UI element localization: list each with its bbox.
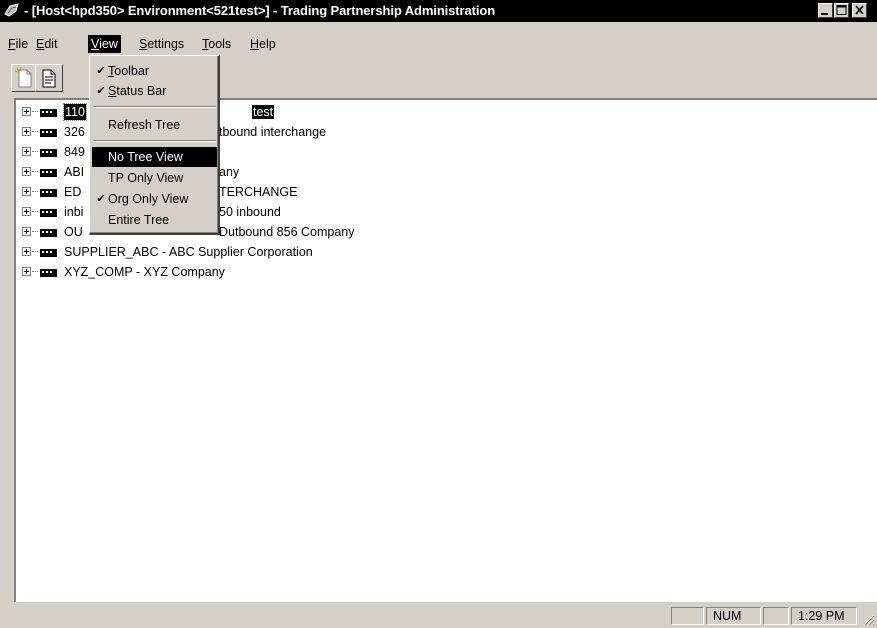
expand-icon[interactable] bbox=[22, 107, 31, 116]
size-grip-icon[interactable] bbox=[861, 612, 875, 626]
status-pane-caps bbox=[671, 607, 704, 625]
maximize-icon bbox=[836, 5, 847, 15]
window-title: - [Host<hpd350> Environment<521test>] - … bbox=[24, 3, 496, 18]
expand-icon[interactable] bbox=[22, 227, 31, 236]
expand-icon[interactable] bbox=[22, 207, 31, 216]
tree-item-label-right: 50 inbound bbox=[219, 205, 281, 219]
menu-item-label: Org Only View bbox=[108, 192, 189, 206]
check-icon: ✔ bbox=[96, 65, 106, 77]
menu-settings-label: ettings bbox=[147, 37, 185, 51]
menu-view[interactable]: View bbox=[88, 35, 121, 53]
menu-file[interactable]: File bbox=[5, 34, 31, 54]
menu-item-text: oolbar bbox=[114, 64, 149, 78]
tree-item-label: OU bbox=[64, 225, 83, 239]
tree-item-label-right: test bbox=[252, 102, 275, 122]
tree-item-label-right: Dutbound 856 Company bbox=[219, 225, 355, 239]
view-menu-dropdown: ✔ Toolbar ✔ Status Bar Refresh Tree No T… bbox=[89, 55, 220, 235]
menu-tools-label: ools bbox=[208, 37, 232, 51]
menu-item-refresh-tree[interactable]: Refresh Tree bbox=[92, 115, 217, 135]
check-icon: ✔ bbox=[96, 193, 106, 205]
status-pane-num: NUM bbox=[706, 607, 761, 625]
menu-separator bbox=[93, 140, 216, 142]
menu-tools[interactable]: Tools bbox=[199, 34, 234, 54]
expand-icon[interactable] bbox=[22, 147, 31, 156]
trading-partner-icon bbox=[40, 209, 57, 217]
menu-item-org-only-view[interactable]: ✔ Org Only View bbox=[92, 189, 217, 209]
menu-item-tp-only-view[interactable]: TP Only View bbox=[92, 168, 217, 188]
menu-item-toolbar[interactable]: ✔ Toolbar bbox=[92, 61, 217, 81]
minimize-button[interactable] bbox=[818, 3, 833, 18]
close-icon bbox=[855, 5, 864, 15]
trading-partner-icon bbox=[40, 169, 57, 177]
tree-item-label: ABI bbox=[64, 165, 85, 179]
title-bar[interactable]: - [Host<hpd350> Environment<521test>] - … bbox=[0, 0, 877, 22]
trading-partner-icon bbox=[40, 249, 57, 257]
maximize-button[interactable] bbox=[834, 3, 849, 18]
tree-item-label-right: any bbox=[219, 165, 240, 179]
status-pane-time: 1:29 PM bbox=[791, 607, 857, 625]
tree-item-label-right-text: test bbox=[252, 105, 275, 119]
menu-item-entire-tree[interactable]: Entire Tree bbox=[92, 210, 217, 230]
menu-item-no-tree-view[interactable]: No Tree View bbox=[92, 147, 217, 167]
trading-partner-icon bbox=[40, 129, 57, 137]
tree-item-label-right: tbound interchange bbox=[219, 125, 327, 139]
menu-help-label: elp bbox=[259, 37, 276, 51]
menu-edit-label: dit bbox=[44, 37, 58, 51]
close-button[interactable] bbox=[852, 3, 867, 18]
status-bar: NUM 1:29 PM bbox=[0, 604, 877, 628]
trading-partner-icon bbox=[40, 149, 57, 157]
app-icon[interactable] bbox=[3, 2, 20, 19]
menu-item-label: No Tree View bbox=[108, 150, 183, 164]
menu-edit[interactable]: Edit bbox=[33, 34, 61, 54]
menu-item-label: Refresh Tree bbox=[108, 118, 181, 132]
tree-item-label: SUPPLIER_ABC - ABC Supplier Corporation bbox=[64, 245, 313, 259]
tree-item-label: 849 bbox=[64, 145, 85, 159]
trading-partner-icon bbox=[40, 269, 57, 277]
menu-file-mnemonic: F bbox=[8, 37, 16, 51]
trading-partner-icon bbox=[40, 189, 57, 197]
trading-partner-icon bbox=[40, 109, 57, 117]
menu-view-label: iew bbox=[99, 37, 118, 51]
tree-item-label: inbi bbox=[64, 205, 84, 219]
menu-item-label: TP Only View bbox=[108, 171, 184, 185]
tree-item-label-right: TERCHANGE bbox=[219, 185, 298, 199]
properties-icon bbox=[42, 69, 56, 88]
menu-item-status-bar[interactable]: ✔ Status Bar bbox=[92, 81, 217, 101]
tree-item-label: ED bbox=[64, 185, 82, 199]
menu-settings[interactable]: Settings bbox=[136, 34, 187, 54]
expand-icon[interactable] bbox=[22, 167, 31, 176]
tree-item-label: 110 bbox=[63, 103, 87, 121]
menu-help-mnemonic: H bbox=[250, 37, 260, 51]
menu-view-mnemonic: V bbox=[91, 37, 100, 51]
menu-help[interactable]: Help bbox=[247, 34, 279, 54]
menu-item-text: tatus Bar bbox=[116, 84, 167, 98]
expand-icon[interactable] bbox=[22, 127, 31, 136]
menu-item-label: Entire Tree bbox=[108, 213, 170, 227]
properties-button[interactable] bbox=[35, 64, 63, 92]
trading-partner-icon bbox=[40, 229, 57, 237]
tree-item-label: 326 bbox=[64, 125, 85, 139]
expand-icon[interactable] bbox=[22, 247, 31, 256]
expand-icon[interactable] bbox=[22, 187, 31, 196]
menu-bar: File Edit View Settings Tools Help bbox=[0, 34, 877, 54]
expand-icon[interactable] bbox=[22, 267, 31, 276]
menu-item-label: Status Bar bbox=[108, 81, 166, 101]
tree-item-label: XYZ_COMP - XYZ Company bbox=[64, 265, 225, 279]
menu-file-label: ile bbox=[15, 37, 29, 51]
menu-item-label: Toolbar bbox=[108, 61, 149, 81]
check-icon: ✔ bbox=[96, 85, 106, 97]
status-pane-scroll bbox=[763, 607, 789, 625]
minimize-icon bbox=[821, 13, 828, 15]
menu-separator bbox=[93, 106, 216, 108]
